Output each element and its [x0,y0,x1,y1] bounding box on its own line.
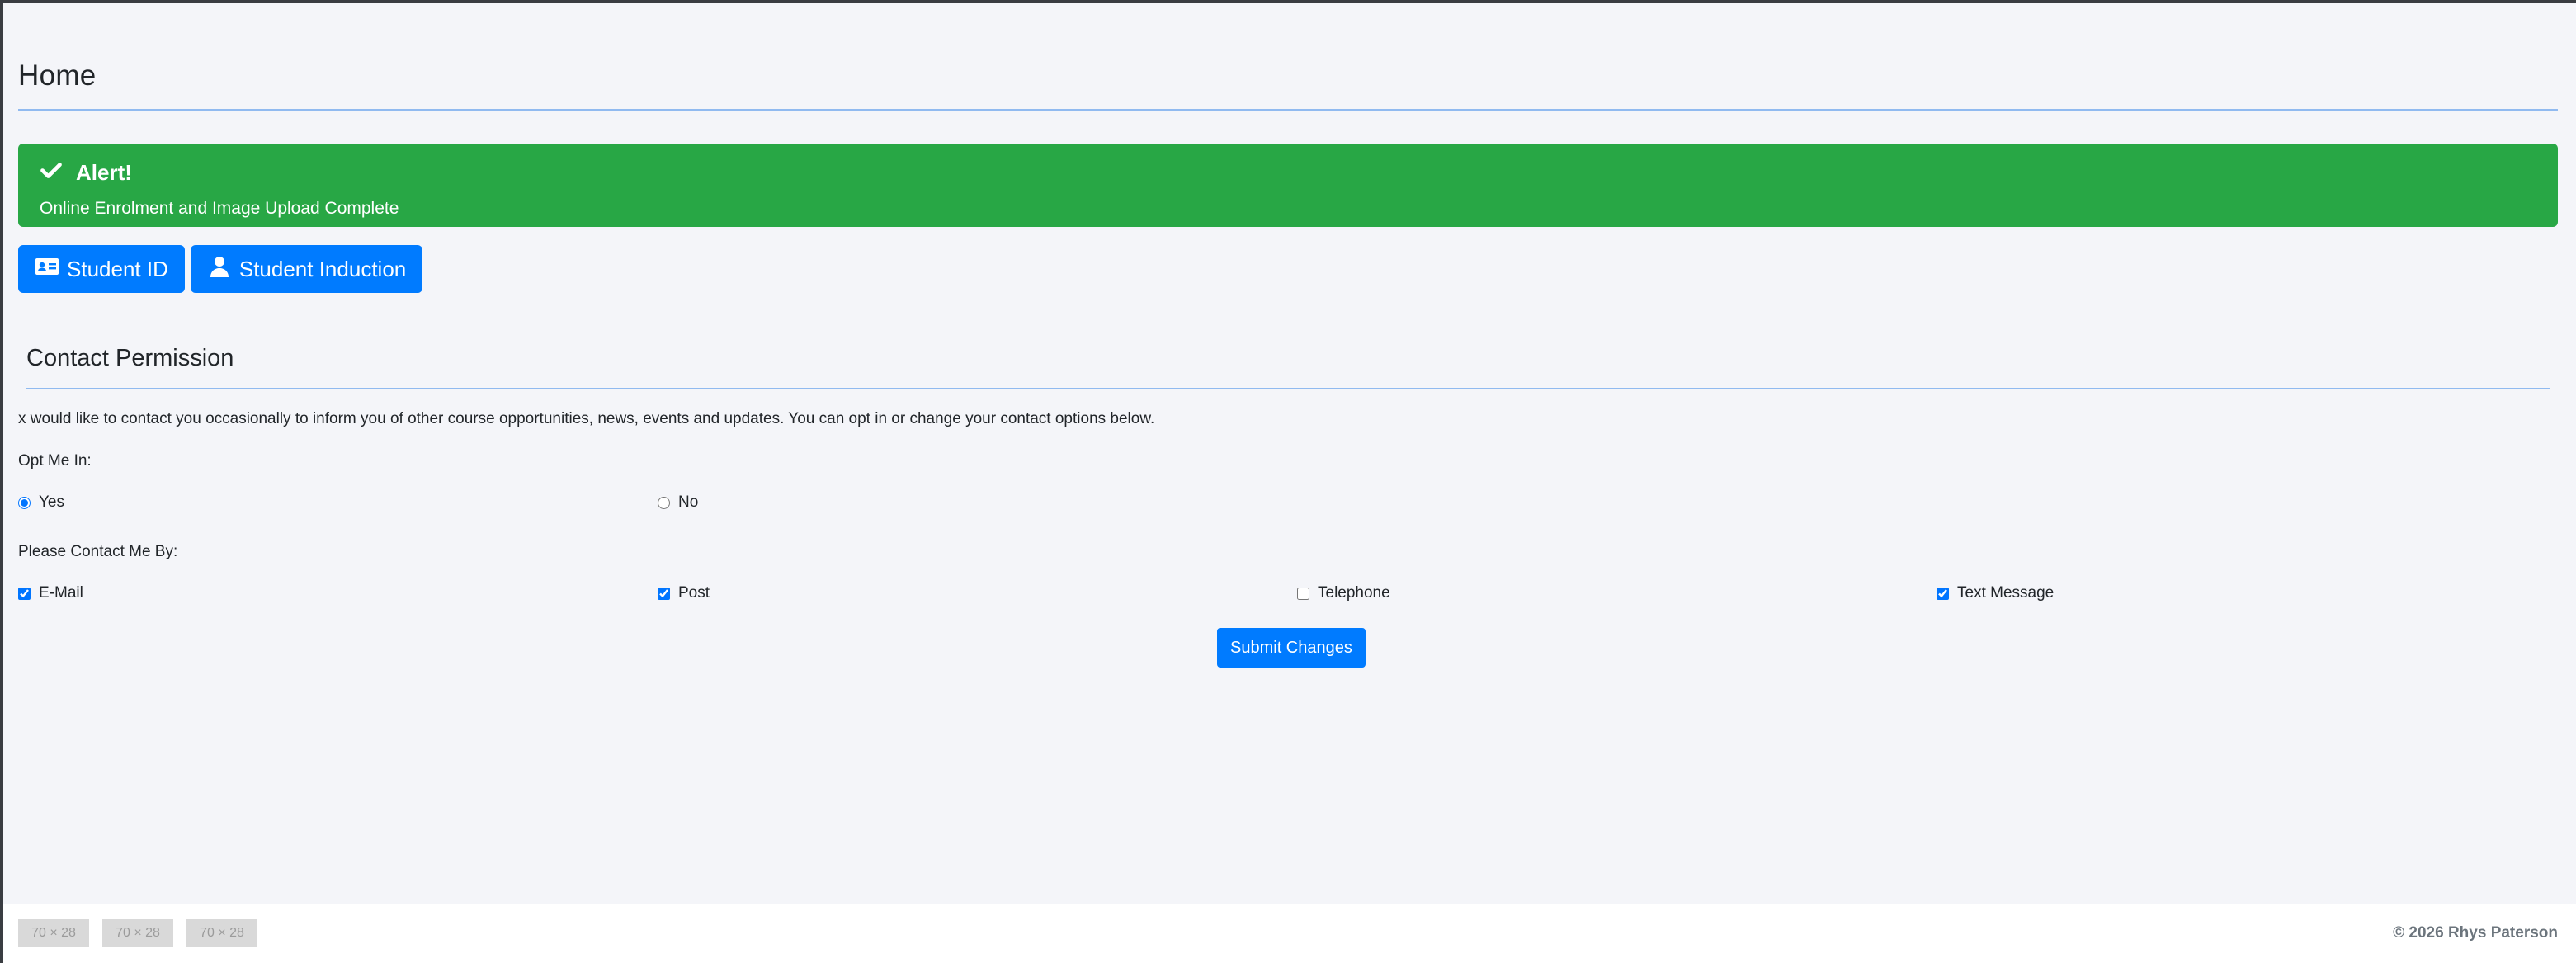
contact-post-label: Post [678,584,710,602]
copyright-text: © 2026 Rhys Paterson [2393,924,2558,942]
contact-telephone-checkbox[interactable] [1297,587,1309,600]
student-id-button[interactable]: Student ID [18,245,185,293]
opt-in-no-label: No [678,493,699,511]
logo-placeholder: 70 × 28 [102,919,173,947]
alert-message: Online Enrolment and Image Upload Comple… [40,199,399,218]
contact-email[interactable]: E-Mail [18,584,83,602]
title-divider [18,109,2558,111]
contact-by-label: Please Contact Me By: [18,543,178,560]
success-alert: Alert! Online Enrolment and Image Upload… [18,144,2558,227]
footer-logos: 70 × 28 70 × 28 70 × 28 [18,919,257,947]
contact-telephone-label: Telephone [1318,584,1390,602]
student-induction-label: Student Induction [238,256,407,281]
contact-telephone[interactable]: Telephone [1297,584,1390,602]
id-card-icon [35,256,59,283]
contact-text-message[interactable]: Text Message [1937,584,2054,602]
contact-post[interactable]: Post [658,584,710,602]
opt-in-yes-label: Yes [39,493,64,511]
opt-in-label: Opt Me In: [18,452,92,470]
contact-post-checkbox[interactable] [658,587,670,600]
opt-in-yes-radio[interactable] [18,496,31,509]
opt-in-no-radio[interactable] [658,496,670,509]
contact-permission-title: Contact Permission [26,345,234,371]
contact-intro-text: x would like to contact you occasionally… [18,410,1155,427]
check-icon [40,158,63,187]
alert-heading: Alert! [76,160,132,185]
opt-in-yes[interactable]: Yes [18,493,64,512]
student-induction-button[interactable]: Student Induction [190,245,423,293]
user-icon [207,256,232,283]
footer: 70 × 28 70 × 28 70 × 28 © 2026 Rhys Pate… [3,904,2576,963]
contact-text-message-checkbox[interactable] [1937,587,1949,600]
contact-email-checkbox[interactable] [18,587,31,600]
contact-text-message-label: Text Message [1957,584,2055,602]
logo-placeholder: 70 × 28 [18,919,89,947]
page-title: Home [18,59,97,92]
logo-placeholder: 70 × 28 [186,919,257,947]
student-id-label: Student ID [67,256,168,281]
section-divider [26,388,2550,389]
submit-changes-button[interactable]: Submit Changes [1217,628,1366,668]
opt-in-no[interactable]: No [658,493,698,512]
contact-email-label: E-Mail [39,584,83,602]
action-buttons: Student ID Student Induction [18,245,423,293]
